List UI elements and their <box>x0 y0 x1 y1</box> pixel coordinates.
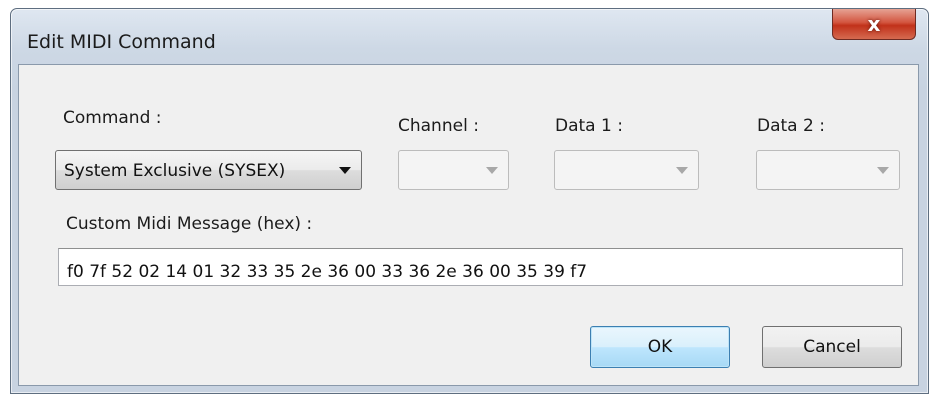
chevron-down-icon <box>486 167 498 174</box>
command-selected-value: System Exclusive (SYSEX) <box>64 161 286 181</box>
data2-label: Data 2 : <box>757 116 825 136</box>
chevron-down-icon <box>877 167 889 174</box>
data2-dropdown[interactable] <box>756 150 900 190</box>
cancel-button-label: Cancel <box>803 337 861 357</box>
data1-label: Data 1 : <box>555 116 623 136</box>
custom-midi-message-input[interactable] <box>58 248 903 286</box>
cancel-button[interactable]: Cancel <box>762 326 902 368</box>
command-dropdown[interactable]: System Exclusive (SYSEX) <box>55 150 362 190</box>
chevron-down-icon <box>676 167 688 174</box>
ok-button[interactable]: OK <box>590 326 730 368</box>
title-bar[interactable]: Edit MIDI Command x <box>11 9 928 65</box>
ok-button-label: OK <box>647 337 673 357</box>
close-button[interactable]: x <box>832 9 916 40</box>
custom-midi-message-label: Custom Midi Message (hex) : <box>66 214 313 234</box>
close-icon: x <box>867 12 881 36</box>
command-label: Command : <box>63 108 162 128</box>
data1-dropdown[interactable] <box>554 150 699 190</box>
window-title: Edit MIDI Command <box>27 31 216 53</box>
channel-label: Channel : <box>398 116 479 136</box>
channel-dropdown[interactable] <box>398 150 509 190</box>
chevron-down-icon <box>339 167 351 174</box>
